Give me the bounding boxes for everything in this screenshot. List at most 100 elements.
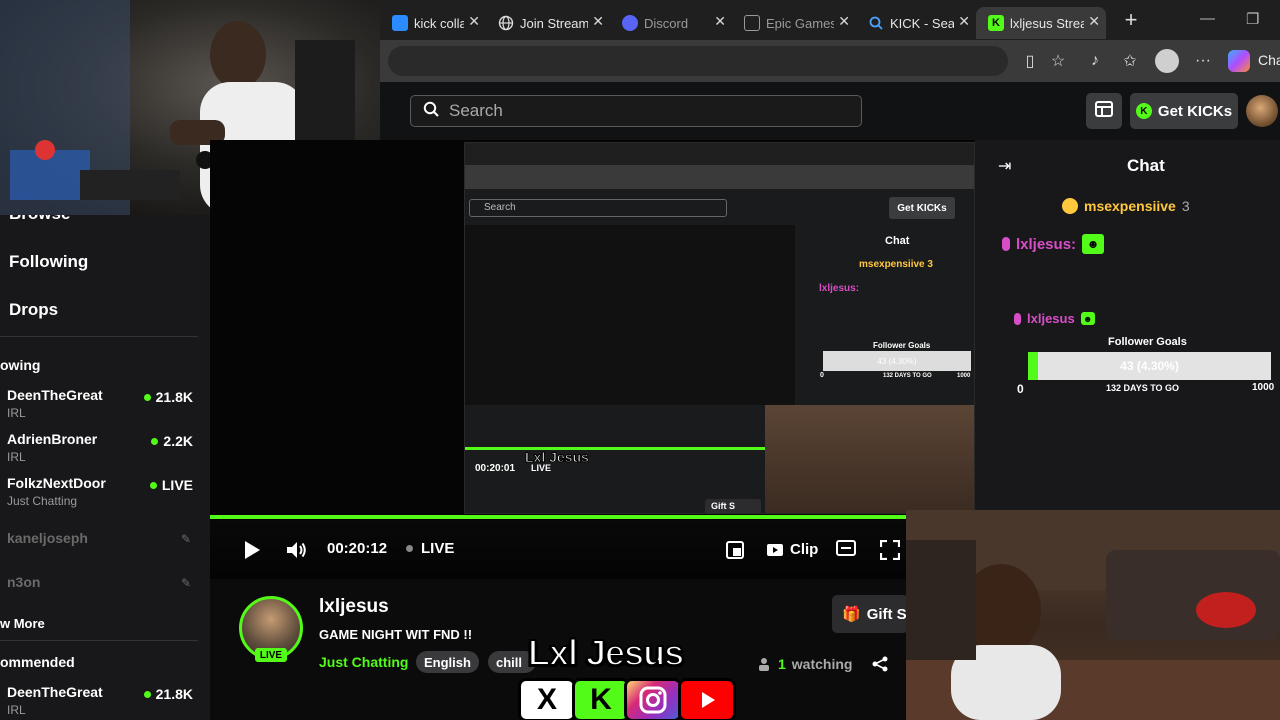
globe-icon	[498, 15, 514, 31]
search-icon	[423, 101, 439, 122]
dashboard-icon	[1095, 100, 1113, 122]
search-input[interactable]: Search	[410, 95, 862, 127]
offline-icon: ✎	[180, 532, 191, 546]
kick-coin-icon: K	[1135, 103, 1152, 119]
close-icon[interactable]: ✕	[592, 13, 604, 30]
sidebar-channel-folkznextdoor[interactable]: FolkzNextDoor Just Chatting LIVE	[7, 475, 197, 508]
live-dot-icon	[149, 481, 157, 489]
nested-gifter: msexpensiive 3	[859, 259, 933, 270]
mic-badge-icon	[1002, 237, 1010, 251]
favorites-icon[interactable]: ✩	[1119, 50, 1141, 72]
new-tab-button[interactable]: +	[1114, 7, 1148, 33]
close-icon[interactable]: ✕	[958, 13, 970, 30]
live-badge: LIVE	[255, 648, 287, 662]
sidebar-divider	[0, 336, 198, 337]
sidebar-channel-kaneljoseph[interactable]: kaneljoseph ✎	[7, 530, 197, 546]
sidebar-channel-adrienbroner[interactable]: AdrienBroner IRL 2.2K	[7, 431, 197, 464]
copilot-icon[interactable]	[1228, 50, 1250, 72]
close-icon[interactable]: ✕	[838, 13, 850, 30]
top-gifter[interactable]: msexpensiive 3	[1062, 198, 1190, 214]
nested-goal-days: 132 DAYS TO GO	[883, 373, 932, 379]
offline-icon: ✎	[180, 576, 191, 590]
nested-goal-max: 1000	[957, 373, 971, 379]
dashboard-button[interactable]	[1086, 93, 1122, 129]
sidebar-nav-following[interactable]: Following	[9, 252, 88, 272]
show-more-link[interactable]: w More	[0, 616, 45, 631]
sidebar-channel-recommended-deenthegreat[interactable]: DeenTheGreat IRL 21.8K	[7, 684, 197, 717]
favorite-star-icon[interactable]: ☆	[1047, 50, 1069, 72]
get-kicks-button[interactable]: K Get KICKs	[1130, 93, 1238, 129]
theater-mode-button[interactable]	[725, 540, 745, 560]
close-icon[interactable]: ✕	[714, 13, 726, 30]
nested-progress	[465, 447, 765, 450]
playback-time: 00:20:12	[327, 540, 388, 557]
chat-username[interactable]: lxljesus:	[1016, 236, 1076, 253]
profile-icon[interactable]	[1155, 49, 1179, 73]
url-field[interactable]	[388, 46, 1008, 76]
tab-discord[interactable]: Discord ✕	[610, 7, 732, 39]
kick-emote-icon: ☻	[1082, 234, 1105, 254]
minimize-icon[interactable]: —	[1200, 10, 1215, 27]
chat-title: Chat	[1127, 156, 1165, 175]
tab-epic-games[interactable]: Epic Games ✕	[732, 7, 856, 39]
volume-button[interactable]	[286, 540, 308, 560]
nested-gift-button: Gift S	[705, 499, 761, 513]
follower-goal-fill	[1028, 352, 1039, 380]
tab-join-stream[interactable]: Join Stream ✕	[486, 7, 610, 39]
live-indicator: LIVE	[406, 540, 454, 557]
tab-kick-search[interactable]: KICK - Searc ✕	[856, 7, 976, 39]
following-heading: owing	[0, 357, 41, 373]
reader-mode-icon[interactable]: ▯	[1019, 50, 1041, 72]
share-button[interactable]	[872, 656, 888, 677]
viewers-icon	[759, 658, 769, 671]
chat-message: lxljesus: ☻	[1002, 234, 1105, 254]
maximize-icon[interactable]: ❐	[1246, 10, 1259, 28]
category-link[interactable]: Just Chatting	[319, 654, 408, 670]
close-icon[interactable]: ✕	[468, 13, 480, 30]
nested-player	[465, 225, 795, 405]
live-dot-icon	[143, 393, 151, 401]
address-bar	[380, 40, 1280, 82]
tab-kick-collab[interactable]: kick collab - ✕	[380, 7, 486, 39]
play-icon	[245, 541, 260, 559]
nested-stream-capture: Search Get KICKs Chat msexpensiive 3 lxl…	[464, 142, 975, 514]
play-button[interactable]	[242, 540, 262, 560]
share-icon	[872, 656, 888, 672]
fullscreen-button[interactable]	[880, 540, 900, 560]
kick-collab-icon	[392, 15, 408, 31]
extensions-icon[interactable]: ♪	[1084, 50, 1106, 72]
sidebar-channel-n3on[interactable]: n3on ✎	[7, 574, 197, 590]
gift-icon: 🎁	[842, 606, 861, 623]
search-icon	[868, 15, 884, 31]
nested-goal-min: 0	[820, 372, 824, 379]
browser-tab-bar: kick collab - ✕ Join Stream ✕ Discord ✕ …	[380, 0, 1280, 40]
stream-title: GAME NIGHT WIT FND !!	[319, 627, 473, 642]
instagram-icon	[624, 678, 682, 720]
tab-lxljesus-stream[interactable]: K lxljesus Strea ✕	[976, 7, 1106, 39]
streamer-name[interactable]: lxljesus	[319, 596, 389, 618]
document-icon	[744, 15, 760, 31]
gift-badge-icon	[1062, 198, 1078, 214]
gift-subs-button[interactable]: 🎁 Gift S	[832, 595, 908, 633]
fullscreen-icon	[880, 540, 900, 560]
more-menu-icon[interactable]: ···	[1192, 50, 1214, 72]
sidebar-channel-deenthegreat[interactable]: DeenTheGreat IRL 21.8K	[7, 387, 197, 420]
chat-username[interactable]: lxljesus	[1027, 311, 1075, 326]
collapse-chat-icon[interactable]: ⇥	[998, 156, 1011, 176]
nested-time: 00:20:01	[475, 463, 516, 474]
user-avatar[interactable]	[1246, 95, 1278, 127]
clip-button[interactable]: Clip	[766, 540, 818, 558]
recommended-heading: ommended	[0, 654, 75, 670]
tag-english[interactable]: English	[416, 651, 479, 673]
discord-icon	[622, 15, 638, 31]
live-dot-icon	[406, 545, 413, 552]
live-dot-icon	[151, 437, 159, 445]
chat-message: lxljesus ☻	[1014, 311, 1095, 326]
webcam-scene	[906, 510, 1280, 720]
sidebar-nav-drops[interactable]: Drops	[9, 300, 58, 320]
sidebar: Browse Following Drops owing DeenTheGrea…	[0, 140, 210, 720]
nested-get-kicks-button: Get KICKs	[889, 197, 955, 219]
close-icon[interactable]: ✕	[1088, 13, 1100, 30]
pip-button[interactable]	[836, 540, 856, 556]
follower-goal-bar: 43 (4.30%)	[1028, 352, 1271, 380]
